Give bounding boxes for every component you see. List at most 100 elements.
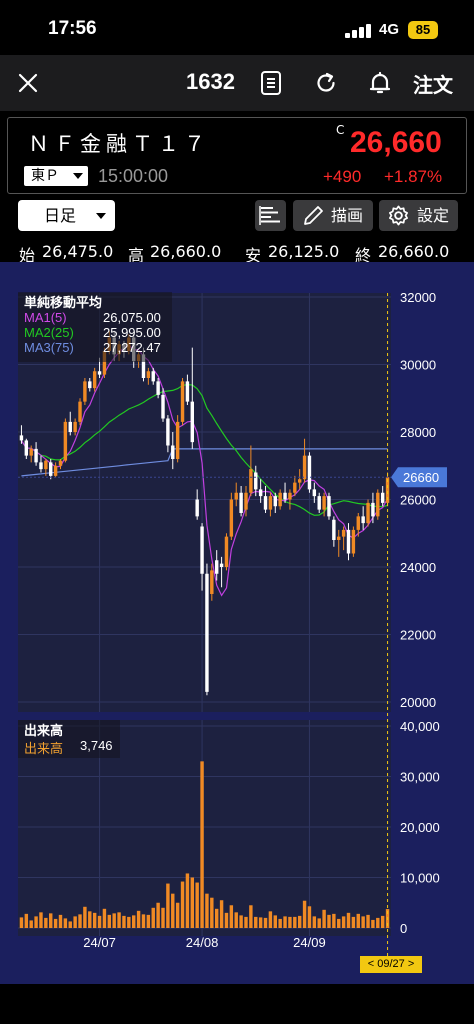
candle-body xyxy=(254,472,258,490)
candle-body xyxy=(337,536,341,540)
volume-bar xyxy=(195,882,199,928)
candle-body xyxy=(239,492,243,513)
volume-label: 出来高 xyxy=(24,742,64,757)
volume-bar xyxy=(249,905,253,928)
ma-legend-title: 単純移動平均 xyxy=(24,296,103,311)
price-tick-label: 30000 xyxy=(400,358,436,373)
volume-bar xyxy=(200,761,204,928)
volume-legend: 出来高 出来高 3,746 xyxy=(18,720,120,758)
candle-body xyxy=(161,394,165,419)
volume-bar xyxy=(180,881,185,928)
candle-body xyxy=(214,560,219,574)
candle-body xyxy=(317,496,321,510)
volume-bar xyxy=(380,915,385,928)
date-cursor-badge[interactable]: < 09/27 > xyxy=(360,956,422,973)
volume-bar xyxy=(24,913,29,928)
candle-body xyxy=(78,401,82,422)
volume-bar xyxy=(97,915,102,928)
candle-body xyxy=(58,460,63,466)
volume-bar xyxy=(297,915,302,928)
volume-bar xyxy=(136,910,141,928)
candle-body xyxy=(302,455,307,480)
volume-bar xyxy=(263,917,268,928)
volume-bar xyxy=(175,902,180,928)
candle-body xyxy=(234,492,238,500)
ma2-label: MA2(25) xyxy=(24,325,74,340)
volume-bar xyxy=(185,873,190,928)
volume-tick-label: 40,000 xyxy=(400,719,440,734)
volume-bar xyxy=(58,914,63,928)
volume-legend-title: 出来高 xyxy=(24,724,64,739)
volume-bar xyxy=(244,916,248,928)
candle-body xyxy=(185,381,190,402)
candle-body xyxy=(83,381,87,402)
candle-body xyxy=(166,418,170,446)
volume-bar xyxy=(83,906,87,928)
volume-bar xyxy=(234,912,238,928)
candle-body xyxy=(351,529,356,554)
candle-body xyxy=(219,563,224,567)
candle-body xyxy=(327,496,331,517)
ma3-label: MA3(75) xyxy=(24,340,74,355)
volume-bar xyxy=(371,919,375,928)
candle-body xyxy=(283,492,287,500)
price-tick-label: 20000 xyxy=(400,695,436,710)
volume-bar xyxy=(351,916,356,928)
ma1-value: 26,075.00 xyxy=(103,310,161,325)
ma-legend: 単純移動平均 MA1(5) 26,075.00 MA2(25) 25,995.0… xyxy=(18,292,172,362)
candle-body xyxy=(268,496,273,510)
volume-bar xyxy=(102,908,107,928)
volume-bar xyxy=(156,902,160,928)
candle-body xyxy=(249,469,253,493)
volume-bar xyxy=(322,909,326,928)
candle-body xyxy=(195,499,199,517)
candle-body xyxy=(97,371,102,375)
candle-body xyxy=(205,573,209,692)
x-tick-label: 24/09 xyxy=(293,935,326,950)
ma1-label: MA1(5) xyxy=(24,310,67,325)
ma2-value: 25,995.00 xyxy=(103,325,161,340)
volume-bar xyxy=(53,918,58,928)
candle-body xyxy=(156,381,160,395)
volume-bar xyxy=(88,911,92,928)
volume-bar xyxy=(190,877,195,928)
candle-body xyxy=(263,496,268,510)
price-tick-label: 24000 xyxy=(400,560,436,575)
volume-bar xyxy=(278,918,282,928)
volume-bar xyxy=(166,883,170,928)
volume-bar xyxy=(122,915,126,928)
volume-bar xyxy=(258,917,263,928)
candle-body xyxy=(366,502,370,524)
volume-bar xyxy=(307,906,312,928)
candle-body xyxy=(39,462,43,470)
volume-bar xyxy=(337,918,341,928)
volume-bar xyxy=(327,914,331,928)
candle-body xyxy=(151,371,155,382)
x-tick-label: 24/08 xyxy=(186,935,219,950)
volume-bar xyxy=(63,918,68,928)
volume-bar xyxy=(273,915,277,928)
stock-chart[interactable]: 32000 30000 28000 26000 24000 22000 20000 40,00… xyxy=(0,0,474,1024)
volume-bar xyxy=(219,900,224,928)
candle-body xyxy=(44,460,48,470)
candle-body xyxy=(258,489,263,497)
volume-bar xyxy=(29,920,33,928)
candle-body xyxy=(244,492,248,510)
candle-body xyxy=(19,435,24,441)
volume-bar xyxy=(210,897,214,928)
volume-bar xyxy=(317,918,321,928)
volume-tick-label: 0 xyxy=(400,921,407,936)
volume-bar xyxy=(44,917,48,928)
candle-body xyxy=(307,455,312,490)
candle-body xyxy=(180,381,185,422)
volume-bar xyxy=(34,916,38,928)
volume-bar xyxy=(288,916,292,928)
candle-body xyxy=(53,465,58,476)
volume-bar xyxy=(127,916,131,928)
candle-body xyxy=(200,526,204,574)
candle-body xyxy=(371,502,375,517)
volume-tick-label: 30,000 xyxy=(400,770,440,785)
candle-body xyxy=(146,371,151,378)
volume-bar xyxy=(107,914,112,928)
candle-body xyxy=(322,496,326,510)
